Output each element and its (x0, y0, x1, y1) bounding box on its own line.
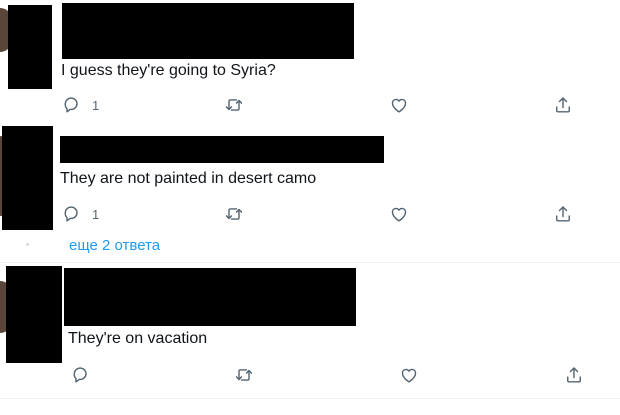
retweet-icon (235, 369, 253, 381)
tweet-actions: 1 (0, 202, 620, 226)
separator (0, 398, 620, 399)
like-button[interactable] (389, 93, 409, 117)
retweet-button[interactable] (224, 202, 244, 226)
retweet-button[interactable] (234, 363, 254, 387)
like-icon (401, 368, 417, 383)
redacted-author-name (64, 268, 356, 326)
like-icon (391, 207, 407, 222)
reply-button[interactable] (71, 363, 91, 387)
tweet-text: I guess they're going to Syria? (61, 62, 276, 79)
share-button[interactable] (564, 363, 584, 387)
reply-count: 1 (92, 206, 100, 222)
reply-button[interactable]: 1 (62, 202, 99, 226)
tweet-actions (0, 363, 620, 387)
share-icon (556, 97, 570, 113)
reply-icon (64, 97, 78, 113)
reply-icon (73, 367, 87, 383)
tweet-3[interactable]: They're on vacation (0, 263, 620, 398)
tweet-actions: 1 (0, 93, 620, 117)
thread-dots (26, 243, 29, 246)
reply-count: 1 (92, 97, 100, 113)
like-button[interactable] (399, 363, 419, 387)
tweet-text: They're on vacation (68, 330, 208, 347)
reply-icon (64, 206, 78, 222)
redacted-author-name (60, 136, 384, 163)
retweet-button[interactable] (224, 93, 244, 117)
like-button[interactable] (389, 202, 409, 226)
redacted-author-name (62, 3, 354, 59)
retweet-icon (225, 208, 243, 220)
share-icon (556, 206, 570, 222)
share-button[interactable] (553, 93, 573, 117)
tweet-1[interactable]: I guess they're going to Syria? 1 (0, 0, 620, 122)
tweet-text: They are not painted in desert camo (60, 170, 317, 187)
avatar[interactable] (6, 266, 62, 363)
retweet-icon (225, 99, 243, 111)
show-more-replies-link[interactable]: еще 2 ответа (69, 237, 160, 254)
avatar[interactable] (8, 5, 52, 89)
share-button[interactable] (553, 202, 573, 226)
reply-button[interactable]: 1 (62, 93, 99, 117)
share-icon (567, 367, 581, 383)
like-icon (391, 98, 407, 113)
